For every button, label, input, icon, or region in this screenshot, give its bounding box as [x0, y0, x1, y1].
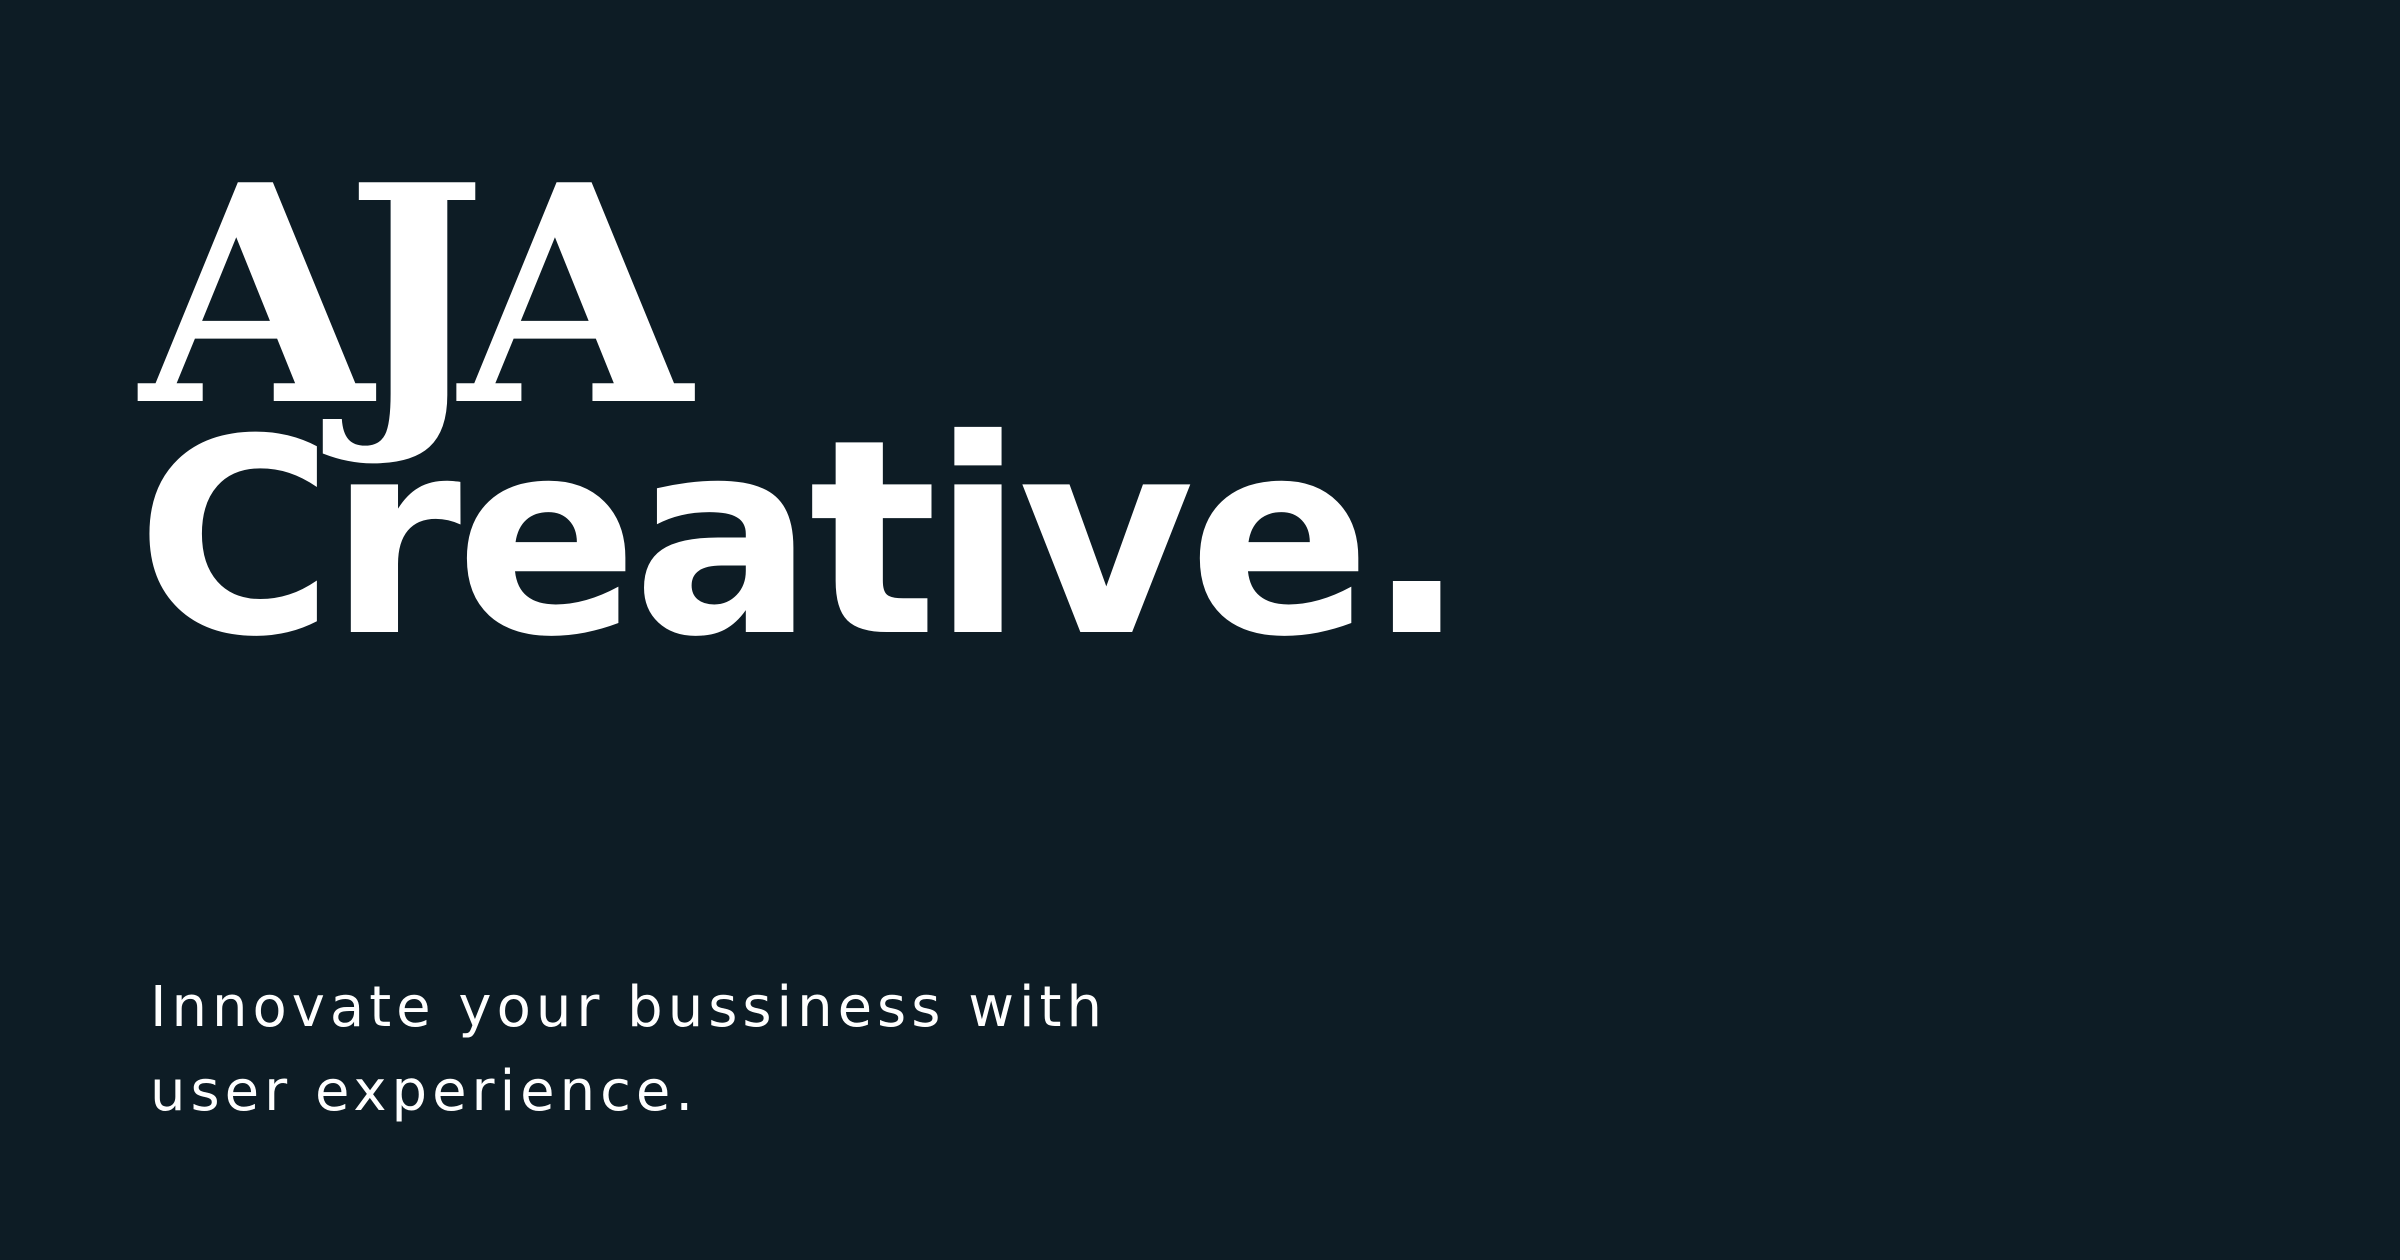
tagline: Innovate your bussiness with user experi… [150, 966, 1250, 1134]
hero-banner: AJA Creative. Innovate your bussiness wi… [0, 0, 2400, 1260]
tagline-line-1: Innovate your bussiness with [150, 975, 1108, 1040]
tagline-line-2: user experience. [150, 1059, 699, 1124]
headline: Creative. [136, 381, 1468, 696]
